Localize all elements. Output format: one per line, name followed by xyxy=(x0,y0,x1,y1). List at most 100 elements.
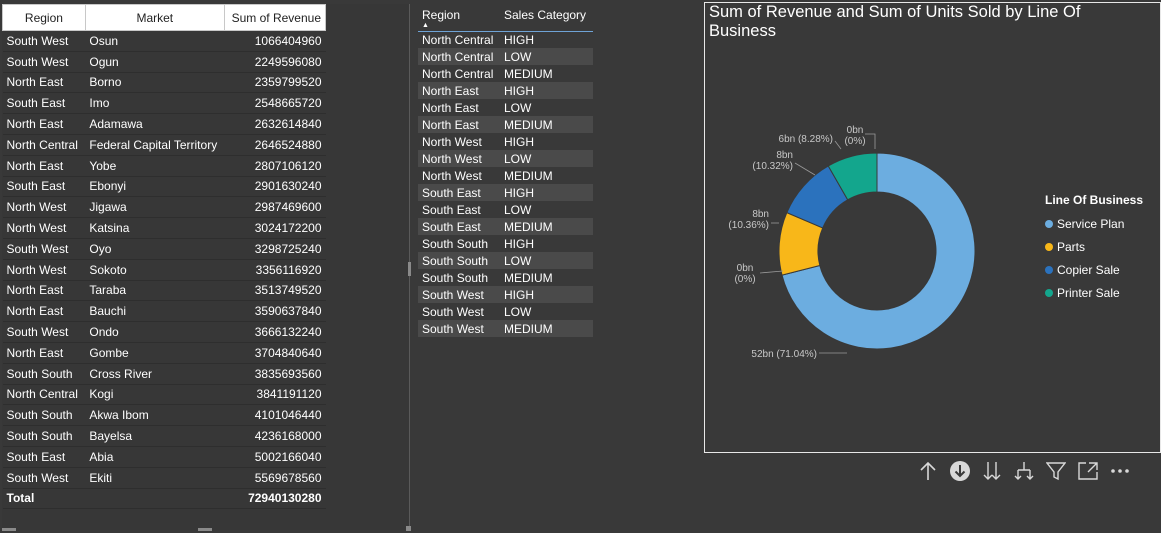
table-row[interactable]: South West Ogun 2249596080 xyxy=(2,51,326,73)
cell-market: Adamawa xyxy=(85,113,225,135)
table-row[interactable]: South West Oyo 3298725240 xyxy=(2,238,326,260)
cell-revenue: 3513749520 xyxy=(224,280,326,302)
table-row[interactable]: North East Adamawa 2632614840 xyxy=(2,113,326,135)
cell-region: South South xyxy=(2,404,86,427)
table-row[interactable]: South West Ekiti 5569678560 xyxy=(2,467,326,489)
table-row[interactable]: South South Bayelsa 4236168000 xyxy=(2,425,326,447)
table-row[interactable]: North Central LOW xyxy=(418,48,593,65)
table-row[interactable]: North East Taraba 3513749520 xyxy=(2,280,326,302)
cell-region: North Central xyxy=(2,134,86,156)
legend-marker xyxy=(1045,288,1053,297)
cell-region: North West xyxy=(2,259,86,281)
table-row[interactable]: North Central Kogi 3841191120 xyxy=(2,384,326,406)
cell-revenue: 2987469600 xyxy=(224,196,326,219)
cell-region: South East xyxy=(418,184,500,201)
cell-region: South West xyxy=(418,286,500,303)
cell-region: North Central xyxy=(422,66,494,81)
cell-market: Akwa Ibom xyxy=(85,404,225,427)
expand-hierarchy-icon[interactable] xyxy=(1008,458,1040,484)
cell-market: Jigawa xyxy=(85,196,225,219)
table-row[interactable]: South East HIGH xyxy=(418,184,593,201)
table-row[interactable]: North East LOW xyxy=(418,99,593,116)
data-label: 8bn (10.32%) xyxy=(752,150,793,172)
table-row[interactable]: South South LOW xyxy=(418,252,593,269)
cell-region: South West xyxy=(2,51,86,73)
legend-label: Parts xyxy=(1057,239,1086,254)
legend-item[interactable]: Parts xyxy=(1045,235,1143,258)
resize-handle-bottom-left[interactable] xyxy=(2,528,16,531)
revenue-by-market-table-visual[interactable]: Region Market Sum of Revenue South West O… xyxy=(2,4,411,531)
resize-handle-bottom-center[interactable] xyxy=(198,528,212,531)
region-sales-category-table-visual[interactable]: Region ▲ Sales Category North Central HIG… xyxy=(413,4,703,530)
column-header-sales-category[interactable]: Sales Category xyxy=(500,4,593,32)
table-row[interactable]: North East Gombe 3704840640 xyxy=(2,342,326,364)
cell-market: Oyo xyxy=(85,238,225,260)
cell-revenue: 4236168000 xyxy=(224,425,326,447)
data-label: 6bn (8.28%) xyxy=(779,134,833,145)
table-row[interactable]: South West HIGH xyxy=(418,286,593,303)
cell-region: South East xyxy=(422,202,481,217)
legend-item[interactable]: Printer Sale xyxy=(1045,281,1143,304)
cell-market: Gombe xyxy=(85,342,225,364)
cell-revenue: 3298725240 xyxy=(224,238,326,260)
table-row[interactable]: North East Bauchi 3590637840 xyxy=(2,300,326,323)
cell-sales-category: MEDIUM xyxy=(500,320,593,337)
cell-sales-category: LOW xyxy=(500,150,593,167)
table-row[interactable]: North East Borno 2359799520 xyxy=(2,72,326,94)
table-row[interactable]: South West LOW xyxy=(418,303,593,320)
table-row[interactable]: North West MEDIUM xyxy=(418,167,593,184)
cell-region: North West xyxy=(422,134,482,149)
more-options-icon[interactable] xyxy=(1104,458,1136,484)
table-row[interactable]: North Central HIGH xyxy=(418,31,593,48)
resize-handle-right-center[interactable] xyxy=(408,262,411,276)
table-row[interactable]: South South HIGH xyxy=(418,235,593,252)
table-row[interactable]: North East HIGH xyxy=(418,82,593,99)
column-header-region[interactable]: Region ▲ xyxy=(418,4,500,32)
focus-mode-icon[interactable] xyxy=(1072,458,1104,484)
table-row[interactable]: South West Ondo 3666132240 xyxy=(2,321,326,343)
drill-up-icon[interactable] xyxy=(912,458,944,484)
cell-revenue: 3835693560 xyxy=(224,363,326,385)
cell-sales-category: MEDIUM xyxy=(504,168,553,183)
table-row[interactable]: North East Yobe 2807106120 xyxy=(2,155,326,177)
cell-revenue: 5002166040 xyxy=(224,446,326,468)
table-row[interactable]: South South Cross River 3835693560 xyxy=(2,363,326,385)
cell-region: South South xyxy=(422,236,489,251)
table-row[interactable]: South East Abia 5002166040 xyxy=(2,446,326,468)
table-row[interactable]: South East Imo 2548665720 xyxy=(2,92,326,115)
legend-marker xyxy=(1045,219,1053,228)
expand-all-icon[interactable] xyxy=(976,458,1008,484)
table-row[interactable]: South West MEDIUM xyxy=(418,320,593,337)
cell-sales-category: HIGH xyxy=(504,134,534,149)
legend-marker xyxy=(1045,265,1053,274)
donut-chart-visual[interactable]: 52bn (71.04%) 8bn (10.36%) 8bn (10.32%) 6bn (… xyxy=(704,2,1161,453)
cell-region: South West xyxy=(2,321,86,343)
column-header-sum-of-revenue[interactable]: Sum of Revenue xyxy=(223,4,327,31)
table-row[interactable]: South West Osun 1066404960 xyxy=(2,30,326,52)
table-row[interactable]: North West Sokoto 3356116920 xyxy=(2,259,326,281)
table-row[interactable]: North Central Federal Capital Territory 26… xyxy=(2,134,326,156)
cell-revenue: 1066404960 xyxy=(224,30,326,52)
table-row[interactable]: North West Jigawa 2987469600 xyxy=(2,196,326,219)
table-row[interactable]: North West LOW xyxy=(418,150,593,167)
table-row[interactable]: North West Katsina 3024172200 xyxy=(2,217,326,239)
column-header-market[interactable]: Market xyxy=(84,4,225,31)
resize-handle-bottom-right[interactable] xyxy=(406,526,411,531)
legend-item[interactable]: Copier Sale xyxy=(1045,258,1143,281)
column-header-region[interactable]: Region xyxy=(2,4,86,31)
filter-icon[interactable] xyxy=(1040,458,1072,484)
table-row[interactable]: South East LOW xyxy=(418,201,593,218)
data-label: 52bn (71.04%) xyxy=(751,349,817,360)
cell-sales-category: HIGH xyxy=(504,32,534,47)
drill-down-on-icon[interactable] xyxy=(944,458,976,484)
table-row[interactable]: North East MEDIUM xyxy=(418,116,593,133)
table-row[interactable]: South South MEDIUM xyxy=(418,269,593,286)
table-row[interactable]: South South Akwa Ibom 4101046440 xyxy=(2,404,326,427)
table-row[interactable]: North West HIGH xyxy=(418,133,593,150)
table-row[interactable]: South East MEDIUM xyxy=(418,218,593,235)
data-label: 0bn (0%) xyxy=(734,263,755,285)
legend-item[interactable]: Service Plan xyxy=(1045,212,1143,235)
cell-region: South South xyxy=(422,270,489,285)
table-row[interactable]: South East Ebonyi 2901630240 xyxy=(2,176,326,198)
table-row[interactable]: North Central MEDIUM xyxy=(418,65,593,82)
